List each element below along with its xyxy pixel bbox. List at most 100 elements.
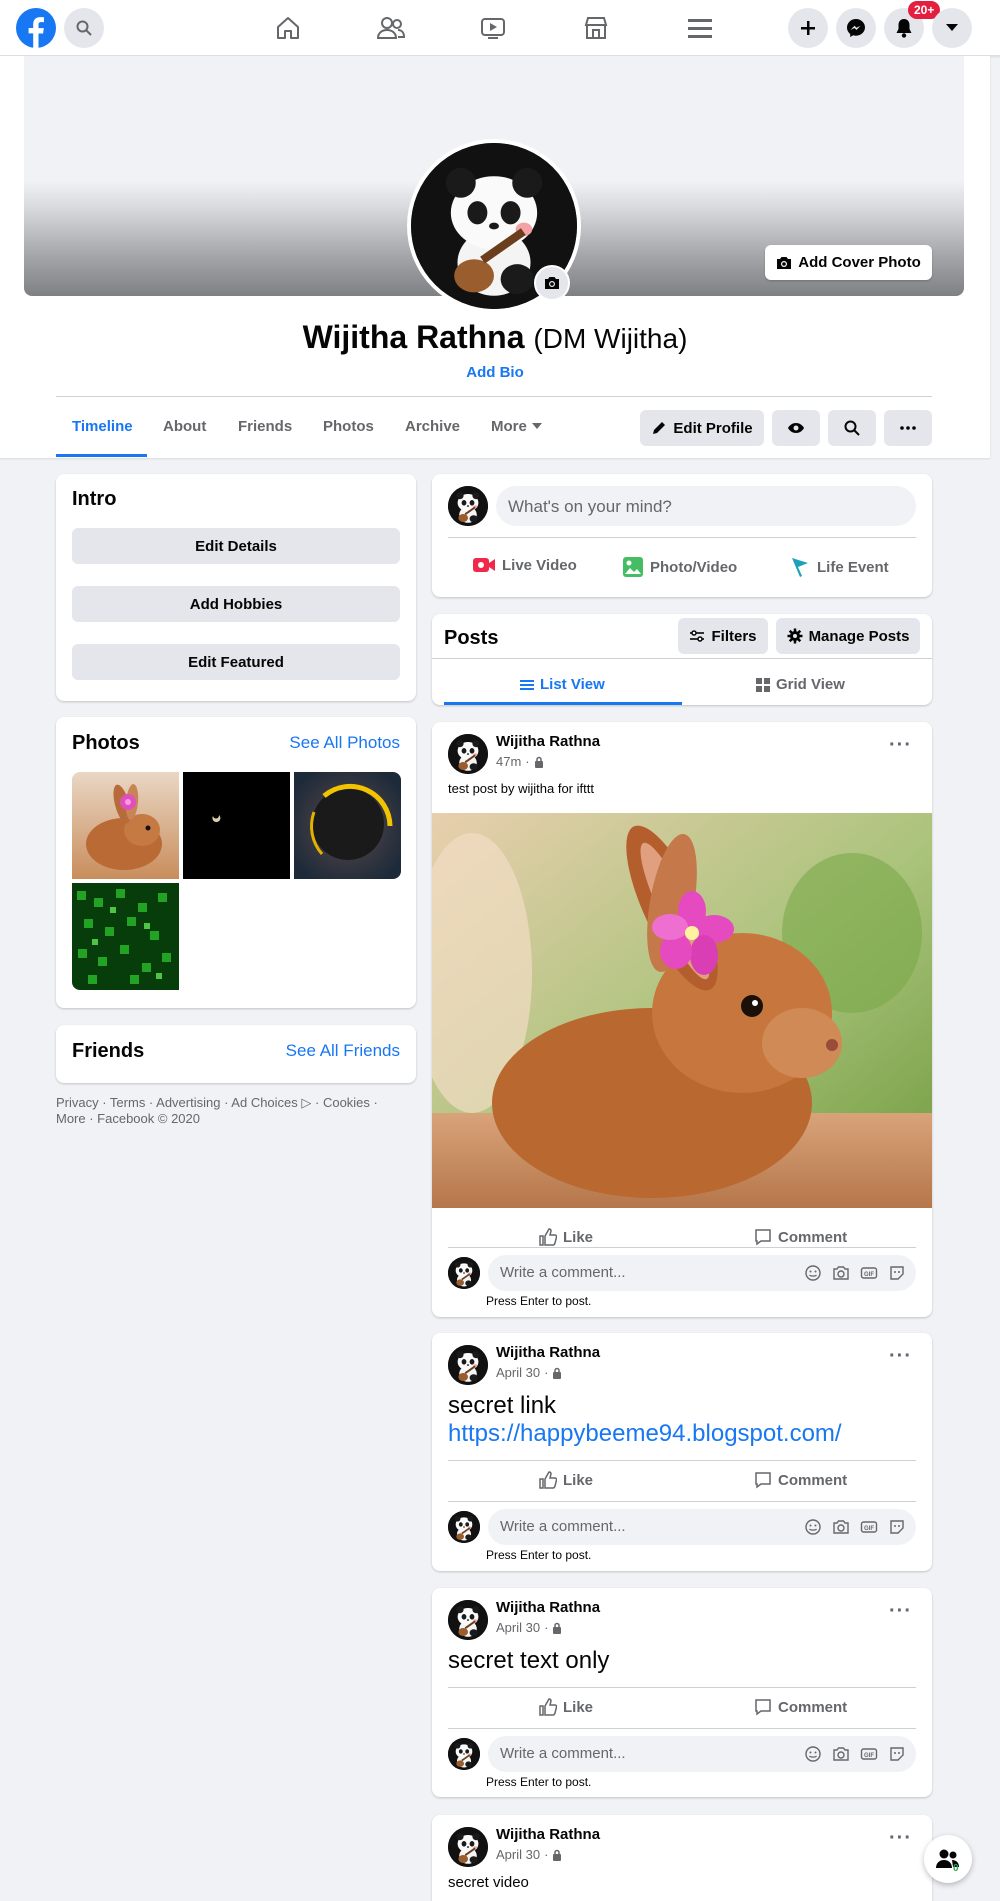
gif-icon[interactable]: GIF	[860, 1518, 878, 1536]
facebook-logo[interactable]	[16, 8, 56, 48]
post-author-name[interactable]: Wijitha Rathna	[496, 1344, 600, 1361]
composer-divider	[448, 537, 916, 538]
photo-video-button[interactable]: Photo/Video	[622, 556, 737, 578]
comment-button[interactable]: Comment	[754, 1228, 847, 1246]
composer-input[interactable]: What's on your mind?	[496, 486, 916, 526]
search-icon[interactable]	[64, 8, 104, 48]
tab-archive[interactable]: Archive	[405, 418, 460, 435]
avatar-camera-icon[interactable]	[534, 265, 570, 301]
post-author-name[interactable]: Wijitha Rathna	[496, 1826, 600, 1843]
profile-search-button[interactable]	[828, 410, 876, 446]
comment-label: Comment	[778, 1698, 848, 1716]
tab-friends[interactable]: Friends	[238, 418, 292, 435]
sticker-icon[interactable]	[888, 1518, 906, 1536]
comment-input[interactable]: Write a comment... GIF	[488, 1736, 916, 1772]
comment-input[interactable]: Write a comment... GIF	[488, 1255, 916, 1291]
photo-thumb-bunny[interactable]	[72, 772, 179, 879]
photo-thumb-moon[interactable]	[183, 772, 290, 879]
see-all-friends-link[interactable]: See All Friends	[286, 1041, 400, 1061]
post-author-name[interactable]: Wijitha Rathna	[496, 733, 600, 750]
watch-icon[interactable]	[477, 12, 509, 44]
emoji-icon[interactable]	[804, 1745, 822, 1763]
post-image-bunny[interactable]	[432, 813, 932, 1208]
marketplace-icon[interactable]	[580, 12, 612, 44]
list-view-label: List View	[540, 676, 605, 693]
post-author-avatar[interactable]	[448, 1345, 488, 1385]
post-card: Wijitha Rathna 47m · ··· test post by wij…	[432, 722, 932, 1317]
post-text: secret link	[448, 1392, 557, 1419]
sticker-icon[interactable]	[888, 1264, 906, 1282]
comment-button[interactable]: Comment	[754, 1471, 847, 1489]
post-author-avatar[interactable]	[448, 1600, 488, 1640]
home-icon[interactable]	[272, 12, 304, 44]
emoji-icon[interactable]	[804, 1518, 822, 1536]
edit-details-button[interactable]: Edit Details	[72, 528, 400, 564]
post-author-name[interactable]: Wijitha Rathna	[496, 1599, 600, 1616]
manage-posts-button[interactable]: Manage Posts	[776, 618, 920, 654]
post-options-icon[interactable]: ···	[889, 1600, 912, 1623]
like-button[interactable]: Like	[539, 1228, 593, 1246]
flag-icon	[792, 558, 808, 577]
footer-line-2[interactable]: More · Facebook © 2020	[56, 1111, 396, 1127]
add-bio-link[interactable]: Add Bio	[0, 364, 990, 381]
footer-line-1[interactable]: Privacy · Terms · Advertising · Ad Choic…	[56, 1095, 396, 1111]
tab-more-label: More	[491, 418, 527, 435]
comment-placeholder: Write a comment...	[500, 1518, 626, 1535]
messenger-icon[interactable]	[836, 8, 876, 48]
post-author-avatar[interactable]	[448, 1827, 488, 1867]
comment-input[interactable]: Write a comment... GIF	[488, 1509, 916, 1545]
photo-thumb-green[interactable]	[72, 883, 179, 990]
sticker-icon[interactable]	[888, 1745, 906, 1763]
post-time[interactable]: April 30	[496, 1847, 540, 1862]
edit-profile-button[interactable]: Edit Profile	[640, 410, 764, 446]
camera-icon[interactable]	[832, 1264, 850, 1282]
post-time[interactable]: 47m	[496, 754, 521, 769]
new-message-button[interactable]: 0	[924, 1835, 972, 1883]
post-time[interactable]: April 30	[496, 1365, 540, 1380]
post-author-avatar[interactable]	[448, 734, 488, 774]
tab-photos[interactable]: Photos	[323, 418, 374, 435]
post-time[interactable]: April 30	[496, 1620, 540, 1635]
see-all-photos-link[interactable]: See All Photos	[289, 733, 400, 753]
like-button[interactable]: Like	[539, 1471, 593, 1489]
add-hobbies-button[interactable]: Add Hobbies	[72, 586, 400, 622]
gif-icon[interactable]: GIF	[860, 1264, 878, 1282]
camera-icon[interactable]	[832, 1518, 850, 1536]
add-bio-label: Add Bio	[466, 364, 524, 381]
footer-links[interactable]: Privacy · Terms · Advertising · Ad Choic…	[56, 1095, 396, 1127]
view-as-button[interactable]	[772, 410, 820, 446]
filters-button[interactable]: Filters	[678, 618, 768, 654]
life-event-button[interactable]: Life Event	[789, 556, 889, 578]
edit-featured-button[interactable]: Edit Featured	[72, 644, 400, 680]
composer-avatar[interactable]	[448, 486, 488, 526]
friends-icon[interactable]	[375, 12, 407, 44]
list-view-tab[interactable]: List View	[520, 676, 605, 693]
menu-icon[interactable]	[684, 12, 716, 44]
commenter-avatar[interactable]	[448, 1257, 480, 1289]
commenter-avatar[interactable]	[448, 1738, 480, 1770]
like-label: Like	[563, 1471, 594, 1489]
post-options-icon[interactable]: ···	[889, 1827, 912, 1850]
photo-thumb-eclipse[interactable]	[294, 772, 401, 879]
emoji-icon[interactable]	[804, 1264, 822, 1282]
more-options-button[interactable]	[884, 410, 932, 446]
live-video-button[interactable]: Live Video	[472, 556, 577, 574]
like-button[interactable]: Like	[539, 1698, 593, 1716]
create-icon[interactable]	[788, 8, 828, 48]
tab-about[interactable]: About	[163, 418, 206, 435]
post-options-icon[interactable]: ···	[889, 734, 912, 757]
post-link[interactable]: https://happybeeme94.blogspot.com/	[448, 1420, 842, 1448]
commenter-avatar[interactable]	[448, 1511, 480, 1543]
account-dropdown-icon[interactable]	[932, 8, 972, 48]
add-cover-photo-button[interactable]: Add Cover Photo	[765, 245, 932, 280]
post-options-icon[interactable]: ···	[889, 1345, 912, 1368]
tab-timeline[interactable]: Timeline	[72, 418, 133, 435]
tab-more[interactable]: More	[491, 418, 542, 435]
comment-placeholder: Write a comment...	[500, 1264, 626, 1281]
grid-view-tab[interactable]: Grid View	[756, 676, 845, 693]
post-meta: April 30 ·	[496, 1365, 562, 1380]
lock-icon	[553, 1622, 562, 1634]
gif-icon[interactable]: GIF	[860, 1745, 878, 1763]
comment-button[interactable]: Comment	[754, 1698, 847, 1716]
camera-icon[interactable]	[832, 1745, 850, 1763]
